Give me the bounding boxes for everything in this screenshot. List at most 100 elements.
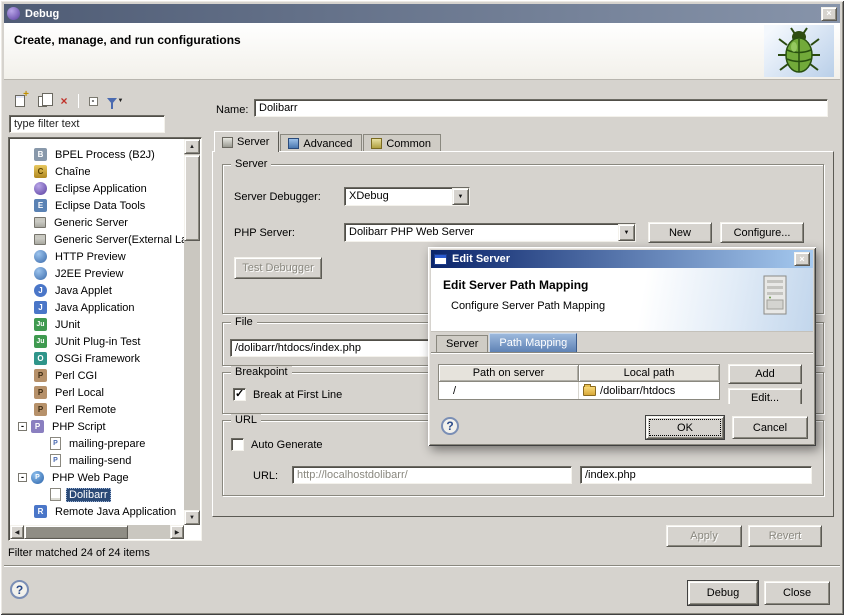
dialog-heading: Edit Server Path Mapping: [443, 278, 588, 292]
tree-item-generic-server-external[interactable]: Generic Server(External La: [10, 231, 184, 248]
tree-item-label: PHP Script: [49, 420, 109, 434]
tree-item-mailing-send[interactable]: mailing-send: [10, 452, 184, 469]
tree-item-label: BPEL Process (B2J): [52, 148, 158, 162]
tree-vertical-scrollbar[interactable]: ▲ ▼: [184, 139, 200, 525]
configuration-tabs: Server Advanced Common: [214, 131, 442, 152]
vertical-scroll-thumb[interactable]: [184, 155, 200, 241]
name-input[interactable]: Dolibarr: [254, 99, 828, 117]
tree-item-label: mailing-send: [66, 454, 134, 468]
collapse-toggle-icon[interactable]: [18, 473, 27, 482]
window-titlebar[interactable]: Debug ×: [4, 4, 840, 23]
dialog-help-button[interactable]: ?: [441, 417, 459, 435]
revert-button[interactable]: Revert: [748, 525, 822, 547]
tree-item-label: Eclipse Application: [52, 182, 150, 196]
dialog-subheading: Configure Server Path Mapping: [451, 300, 605, 312]
filter-button[interactable]: ▼: [105, 92, 125, 110]
local-path-value: /dolibarr/htdocs: [600, 385, 675, 397]
ok-button[interactable]: OK: [646, 416, 724, 439]
advanced-tab-icon: [288, 138, 299, 149]
help-button[interactable]: ?: [10, 580, 29, 599]
dialog-tab-server[interactable]: Server: [436, 335, 488, 352]
tree-item-perl-local[interactable]: Perl Local: [10, 384, 184, 401]
edit-mapping-button[interactable]: Edit...: [728, 388, 802, 404]
footer-separator: [4, 565, 840, 567]
tree-item-http-preview[interactable]: HTTP Preview: [10, 248, 184, 265]
dialog-tab-path-mapping[interactable]: Path Mapping: [489, 333, 577, 352]
tree-item-perl-remote[interactable]: Perl Remote: [10, 401, 184, 418]
tree-item-label: Eclipse Data Tools: [52, 199, 148, 213]
delete-button[interactable]: ×: [54, 92, 74, 110]
tree-item-label: Chaîne: [52, 165, 93, 179]
tree-item-osgi-framework[interactable]: OSGi Framework: [10, 350, 184, 367]
filter-icon: [107, 98, 117, 104]
tree-item-perl-cgi[interactable]: Perl CGI: [10, 367, 184, 384]
tree-item-label: JUnit Plug-in Test: [52, 335, 143, 349]
tree-item-eclipse-application[interactable]: Eclipse Application: [10, 180, 184, 197]
filter-status: Filter matched 24 of 24 items: [8, 547, 150, 559]
tab-advanced[interactable]: Advanced: [280, 134, 362, 152]
tree-item-label: Remote Java Application: [52, 505, 179, 519]
collapse-all-button[interactable]: [83, 92, 103, 110]
java-applet-icon: [34, 284, 47, 297]
close-icon[interactable]: ×: [821, 7, 837, 21]
debug-bug-icon: [764, 25, 834, 77]
tree-item-chaine[interactable]: Chaîne: [10, 163, 184, 180]
tree-item-j2ee-preview[interactable]: J2EE Preview: [10, 265, 184, 282]
scroll-right-icon[interactable]: ▶: [170, 525, 184, 539]
tree-item-java-applet[interactable]: Java Applet: [10, 282, 184, 299]
edit-server-dialog: Edit Server × Edit Server Path Mapping C…: [428, 247, 816, 446]
duplicate-button[interactable]: [32, 92, 52, 110]
cell-local-path: /dolibarr/htdocs: [579, 382, 719, 399]
add-mapping-button[interactable]: Add: [728, 364, 802, 384]
tree-rows: BPEL Process (B2J) Chaîne Eclipse Applic…: [10, 146, 184, 520]
edit-server-titlebar[interactable]: Edit Server ×: [431, 250, 813, 268]
chevron-down-icon: ▼: [118, 98, 124, 104]
configurations-tree: BPEL Process (B2J) Chaîne Eclipse Applic…: [8, 137, 202, 541]
edit-server-tabs: Server Path Mapping: [436, 333, 578, 352]
tab-label: Server: [237, 136, 269, 148]
collapse-toggle-icon[interactable]: [18, 422, 27, 431]
tree-item-label: OSGi Framework: [52, 352, 143, 366]
close-icon[interactable]: ×: [794, 252, 810, 266]
bpel-process-icon: [34, 148, 47, 161]
new-configuration-button[interactable]: [10, 92, 30, 110]
tree-item-bpel-process[interactable]: BPEL Process (B2J): [10, 146, 184, 163]
cancel-button[interactable]: Cancel: [732, 416, 808, 439]
tab-common[interactable]: Common: [363, 134, 441, 152]
tree-item-junit-plugin-test[interactable]: JUnit Plug-in Test: [10, 333, 184, 350]
tree-item-label: Perl Local: [52, 386, 107, 400]
delete-icon: ×: [60, 95, 67, 107]
table-row[interactable]: / /dolibarr/htdocs: [439, 382, 719, 399]
tree-item-generic-server[interactable]: Generic Server: [10, 214, 184, 231]
scroll-up-icon[interactable]: ▲: [184, 139, 200, 154]
horizontal-scroll-thumb[interactable]: [24, 525, 128, 539]
tab-server[interactable]: Server: [214, 131, 279, 152]
tree-item-php-web-page[interactable]: PHP Web Page: [10, 469, 184, 486]
scroll-left-icon[interactable]: ◀: [10, 525, 24, 539]
apply-button[interactable]: Apply: [666, 525, 742, 547]
tree-horizontal-scrollbar[interactable]: ◀ ▶: [10, 525, 184, 539]
php-file-icon: [50, 437, 61, 450]
eclipse-window-icon: [7, 7, 20, 20]
name-label: Name:: [216, 104, 248, 116]
tree-item-mailing-prepare[interactable]: mailing-prepare: [10, 435, 184, 452]
filter-input[interactable]: type filter text: [9, 115, 165, 133]
tree-item-remote-java-application[interactable]: Remote Java Application: [10, 503, 184, 520]
banner-title: Create, manage, and run configurations: [14, 33, 241, 47]
tree-item-dolibarr[interactable]: Dolibarr: [10, 486, 184, 503]
configurations-toolbar: × ▼: [8, 90, 202, 112]
perl-icon: [34, 369, 47, 382]
tree-item-java-application[interactable]: Java Application: [10, 299, 184, 316]
close-button[interactable]: Close: [764, 581, 830, 605]
column-path-on-server[interactable]: Path on server: [439, 365, 579, 382]
tab-label: Path Mapping: [499, 337, 567, 349]
tree-item-label: Java Application: [52, 301, 138, 315]
scroll-down-icon[interactable]: ▼: [184, 510, 200, 525]
tree-item-label: mailing-prepare: [66, 437, 148, 451]
tree-item-junit[interactable]: JUnit: [10, 316, 184, 333]
duplicate-icon: [38, 96, 47, 107]
debug-button[interactable]: Debug: [688, 581, 758, 605]
tree-item-php-script[interactable]: PHP Script: [10, 418, 184, 435]
tree-item-eclipse-data-tools[interactable]: Eclipse Data Tools: [10, 197, 184, 214]
column-local-path[interactable]: Local path: [579, 365, 719, 382]
